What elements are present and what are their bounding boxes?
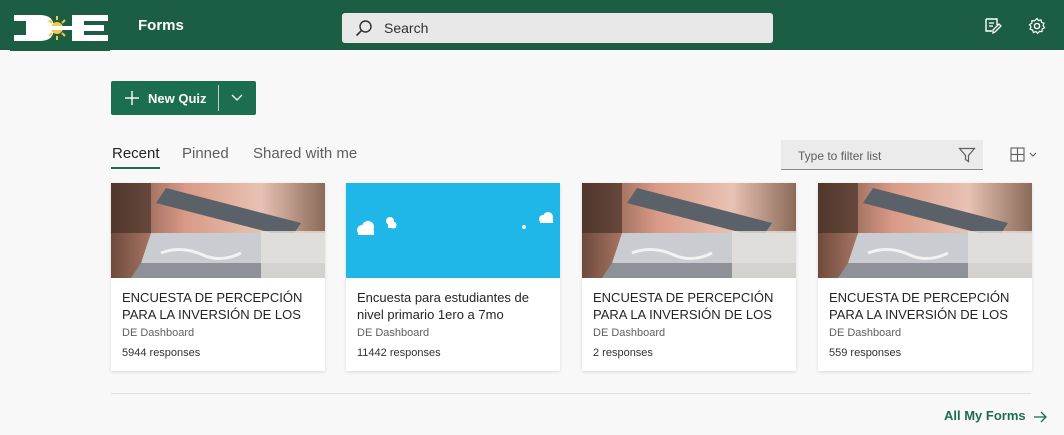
feedback-icon[interactable] xyxy=(984,17,1002,35)
form-card[interactable]: ENCUESTA DE PERCEPCIÓN PARA LA INVERSIÓN… xyxy=(818,183,1032,371)
search-input[interactable] xyxy=(384,18,754,38)
form-card[interactable]: Encuesta para estudiantes de nivel prima… xyxy=(346,183,560,371)
filter-input[interactable] xyxy=(798,148,948,164)
sky-clouds-thumbnail xyxy=(346,183,560,278)
new-quiz-split-button: New Quiz xyxy=(111,81,256,115)
form-owner: DE Dashboard xyxy=(593,327,666,339)
response-count: 5944 responses xyxy=(122,347,201,359)
all-my-forms-link[interactable]: All My Forms xyxy=(944,408,1048,423)
laptop-photo-thumbnail xyxy=(582,183,796,278)
settings-icon[interactable] xyxy=(1028,17,1046,35)
form-title: Encuesta para estudiantes de nivel prima… xyxy=(357,290,530,322)
search-icon xyxy=(355,20,372,37)
form-owner: DE Dashboard xyxy=(829,327,902,339)
grid-view-icon[interactable] xyxy=(1009,146,1041,164)
brand-logo[interactable] xyxy=(10,5,110,51)
new-quiz-button[interactable]: New Quiz xyxy=(111,81,218,115)
form-owner: DE Dashboard xyxy=(357,327,430,339)
form-owner: DE Dashboard xyxy=(122,327,195,339)
section-divider xyxy=(111,393,1031,394)
new-form-type-dropdown[interactable] xyxy=(219,81,256,115)
top-bar: Forms xyxy=(0,0,1064,51)
form-title: ENCUESTA DE PERCEPCIÓN PARA LA INVERSIÓN… xyxy=(829,290,1010,322)
app-name[interactable]: Forms xyxy=(138,17,184,34)
chevron-down-icon xyxy=(231,94,243,101)
active-tab-indicator xyxy=(111,167,160,169)
new-quiz-label: New Quiz xyxy=(148,91,207,106)
plus-icon xyxy=(125,91,139,105)
response-count: 11442 responses xyxy=(357,347,441,359)
laptop-photo-thumbnail xyxy=(818,183,1032,278)
all-my-forms-label: All My Forms xyxy=(944,408,1026,423)
laptop-photo-thumbnail xyxy=(111,183,325,278)
arrow-right-icon xyxy=(1034,411,1048,423)
form-title: ENCUESTA DE PERCEPCIÓN PARA LA INVERSIÓN… xyxy=(593,290,774,322)
form-card[interactable]: ENCUESTA DE PERCEPCIÓN PARA LA INVERSIÓN… xyxy=(111,183,325,371)
response-count: 559 responses xyxy=(829,347,902,359)
form-title: ENCUESTA DE PERCEPCIÓN PARA LA INVERSIÓN… xyxy=(122,290,303,322)
form-card[interactable]: ENCUESTA DE PERCEPCIÓN PARA LA INVERSIÓN… xyxy=(582,183,796,371)
tab-recent[interactable]: Recent xyxy=(112,145,160,162)
tab-pinned[interactable]: Pinned xyxy=(182,145,229,162)
funnel-icon[interactable] xyxy=(958,146,976,164)
response-count: 2 responses xyxy=(593,347,653,359)
search-box[interactable] xyxy=(342,13,773,43)
filter-box[interactable] xyxy=(781,140,983,170)
tab-shared-with-me[interactable]: Shared with me xyxy=(253,145,357,162)
